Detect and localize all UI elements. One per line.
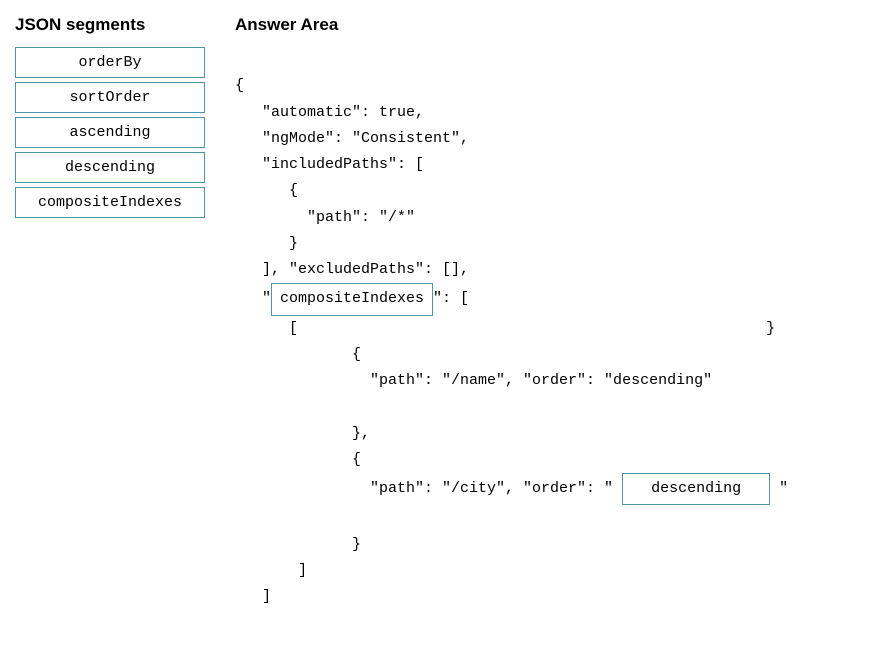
drop-target-1[interactable]: compositeIndexes [271, 283, 433, 315]
code-line: { [235, 451, 361, 468]
json-segments-panel: JSON segments orderBy sortOrder ascendin… [15, 15, 205, 222]
code-line: "path": "/city", "order": " [235, 480, 622, 497]
code-line: ": [ [433, 290, 469, 307]
segment-ascending[interactable]: ascending [15, 117, 205, 148]
code-line: "ngMode": "Consistent", [235, 130, 469, 147]
segment-descending[interactable]: descending [15, 152, 205, 183]
code-line: } [235, 235, 298, 252]
code-line: [ [235, 320, 298, 337]
code-block: { "automatic": true, "ngMode": "Consiste… [235, 47, 864, 637]
code-line: }, [235, 425, 370, 442]
segment-orderBy[interactable]: orderBy [15, 47, 205, 78]
code-line: "path": "/*" [235, 209, 415, 226]
code-line: " [235, 290, 271, 307]
code-line: "includedPaths": [ [235, 156, 424, 173]
segment-compositeIndexes[interactable]: compositeIndexes [15, 187, 205, 218]
code-line: "automatic": true, [235, 104, 424, 121]
code-line: { [235, 182, 298, 199]
code-line: } [766, 320, 775, 337]
code-line: { [235, 77, 244, 94]
answer-area-header: Answer Area [235, 15, 864, 35]
code-line: ], "excludedPaths": [], [235, 261, 469, 278]
drop-target-2[interactable]: descending [622, 473, 770, 505]
code-line: " [770, 480, 788, 497]
answer-area-panel: Answer Area { "automatic": true, "ngMode… [235, 15, 864, 637]
code-line: ] [235, 562, 307, 579]
code-line: } [235, 536, 361, 553]
json-segments-header: JSON segments [15, 15, 205, 35]
code-line: ] [235, 588, 271, 605]
code-line: { [235, 346, 361, 363]
code-line: "path": "/name", "order": "descending" [235, 372, 712, 389]
segment-sortOrder[interactable]: sortOrder [15, 82, 205, 113]
